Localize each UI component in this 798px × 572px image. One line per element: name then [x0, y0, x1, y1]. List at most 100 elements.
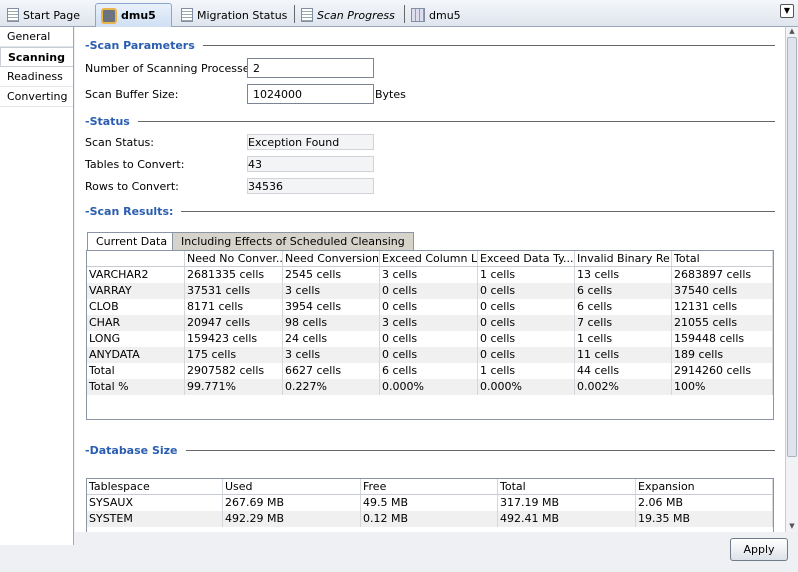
table-cell: 100% [672, 379, 773, 395]
rows-value: 34536 [247, 178, 374, 194]
table-cell: ANYDATA [87, 347, 185, 363]
table-cell: 0 cells [478, 331, 575, 347]
table-cell: Used [223, 479, 361, 494]
table-cell: Invalid Binary Re... [577, 251, 672, 266]
table-cell: 0 cells [380, 331, 478, 347]
tab-scan-progress[interactable]: Scan Progress [296, 3, 401, 27]
tab-start-page[interactable]: Start Page [2, 3, 90, 27]
table-row[interactable]: Total % 99.771% 0.227% 0.000% 0.000% 0.002% 10… [87, 379, 773, 395]
tab-migration-status[interactable]: Migration Status [176, 3, 291, 27]
table-header-row[interactable]: Need No Conver... Need Conversion Exceed C… [87, 251, 773, 267]
scan-status-value: Exception Found [247, 134, 374, 150]
side-nav: General Scanning Readiness Converting [0, 27, 74, 545]
table-cell: 0.002% [575, 379, 672, 395]
buffer-size-input[interactable]: 1024000 [247, 84, 374, 104]
tab-list-dropdown-icon[interactable]: ▼ [780, 4, 794, 18]
table-cell: 3 cells [380, 315, 478, 331]
table-header-row[interactable]: Tablespace Used Free Total Expansion [87, 479, 773, 495]
table-cell: 3954 cells [283, 299, 380, 315]
tab-dmu5-database[interactable]: dmu5 [95, 3, 172, 27]
tables-value: 43 [247, 156, 374, 172]
tab-label: dmu5 [121, 9, 156, 22]
apply-button[interactable]: Apply [730, 538, 788, 561]
table-cell: Free [361, 479, 498, 494]
table-cell: 0 cells [478, 347, 575, 363]
table-cell: 0 cells [478, 315, 575, 331]
nav-item-converting[interactable]: Converting [0, 87, 73, 107]
table-icon [411, 8, 425, 22]
table-cell: 2681335 cells [185, 267, 283, 283]
table-cell: 2683897 cells [672, 267, 773, 283]
database-icon [101, 7, 117, 24]
table-row[interactable]: LONG 159423 cells 24 cells 0 cells 0 cells 1 … [87, 331, 773, 347]
table-row[interactable]: CLOB 8171 cells 3954 cells 0 cells 0 cells 6 … [87, 299, 773, 315]
section-status: - Status [85, 114, 775, 128]
table-cell: 3 cells [283, 283, 380, 299]
table-cell: Total [87, 363, 185, 379]
table-row[interactable]: SYSTEM 492.29 MB 0.12 MB 492.41 MB 19.35 MB [87, 511, 773, 527]
table-cell: 0 cells [380, 299, 478, 315]
table-cell: 492.41 MB [498, 511, 636, 527]
tab-current-data[interactable]: Current Data [87, 232, 177, 250]
table-cell: 98 cells [283, 315, 380, 331]
tab-label: dmu5 [429, 8, 461, 22]
table-cell: 37531 cells [185, 283, 283, 299]
tab-separator [404, 5, 405, 23]
table-cell: 3 cells [380, 267, 478, 283]
table-cell: 159423 cells [185, 331, 283, 347]
table-cell: Total % [87, 379, 185, 395]
table-row[interactable]: ANYDATA 175 cells 3 cells 0 cells 0 cells 11 … [87, 347, 773, 363]
table-row[interactable]: Total 2907582 cells 6627 cells 6 cells 1 cel… [87, 363, 773, 379]
table-cell: CHAR [87, 315, 185, 331]
table-cell: LONG [87, 331, 185, 347]
table-cell: 267.69 MB [223, 495, 361, 511]
table-cell [87, 251, 185, 266]
table-cell: 189 cells [672, 347, 773, 363]
document-icon [301, 8, 313, 22]
table-cell: 24 cells [283, 331, 380, 347]
table-cell: Expansion [636, 479, 773, 494]
rows-label: Rows to Convert: [85, 180, 179, 193]
nav-item-scanning[interactable]: Scanning [0, 47, 73, 67]
table-row[interactable]: VARCHAR2 2681335 cells 2545 cells 3 cells 1 … [87, 267, 773, 283]
document-icon [7, 8, 19, 22]
table-cell: CLOB [87, 299, 185, 315]
tab-label: Scan Progress [317, 8, 395, 22]
tab-dmu5-table[interactable]: dmu5 [406, 3, 466, 27]
table-cell: 7 cells [575, 315, 672, 331]
table-cell: 0 cells [380, 347, 478, 363]
table-cell: 20947 cells [185, 315, 283, 331]
table-row[interactable]: CHAR 20947 cells 98 cells 3 cells 0 cells 7 c… [87, 315, 773, 331]
scroll-up-icon[interactable]: ▲ [786, 27, 798, 35]
scroll-down-icon[interactable]: ▼ [786, 522, 798, 530]
table-row[interactable]: SYSAUX 267.69 MB 49.5 MB 317.19 MB 2.06 MB [87, 495, 773, 511]
table-cell: VARCHAR2 [87, 267, 185, 283]
table-cell: 19.35 MB [636, 511, 773, 527]
scan-results-table: Need No Conver... Need Conversion Exceed C… [86, 250, 774, 420]
table-cell: SYSTEM [87, 511, 223, 527]
nav-item-readiness[interactable]: Readiness [0, 67, 73, 87]
processes-input[interactable]: 2 [247, 58, 374, 78]
table-cell: 6627 cells [283, 363, 380, 379]
vertical-scrollbar[interactable]: ▲ ▼ [785, 27, 798, 532]
table-cell: 11 cells [575, 347, 672, 363]
section-scan-results: - Scan Results: [85, 204, 775, 218]
table-cell: 0.12 MB [361, 511, 498, 527]
table-cell: Total [498, 479, 636, 494]
table-cell: 1 cells [478, 267, 575, 283]
table-cell: Total [672, 251, 773, 266]
scanning-panel: - Scan Parameters Number of Scanning Pro… [75, 27, 785, 532]
scrollbar-thumb[interactable] [787, 37, 797, 457]
table-cell: Tablespace [87, 479, 223, 494]
table-cell: 0 cells [380, 283, 478, 299]
nav-item-general[interactable]: General [0, 27, 73, 47]
table-cell: 44 cells [575, 363, 672, 379]
table-cell: Exceed Column L... [382, 251, 478, 266]
tab-including-cleansing[interactable]: Including Effects of Scheduled Cleansing [172, 232, 414, 250]
table-cell: Need Conversion [285, 251, 380, 266]
table-cell: VARRAY [87, 283, 185, 299]
table-cell: Need No Conver... [187, 251, 283, 266]
document-icon [181, 8, 193, 22]
table-row[interactable]: VARRAY 37531 cells 3 cells 0 cells 0 cells 6 … [87, 283, 773, 299]
section-database-size: - Database Size [85, 443, 775, 457]
